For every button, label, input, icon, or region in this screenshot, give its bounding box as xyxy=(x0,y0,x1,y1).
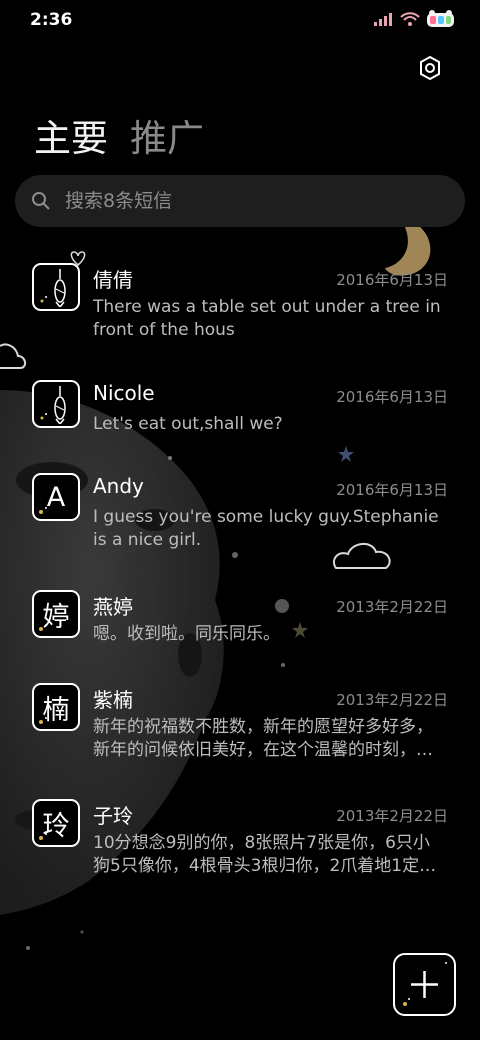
search-bar[interactable] xyxy=(15,175,465,227)
contact-avatar[interactable]: 玲 xyxy=(32,799,80,847)
sparkle-icon xyxy=(39,507,47,514)
message-item[interactable]: 楠 紫楠 2013年2月22日 新年的祝福数不胜数，新年的愿望好多好多，新年的问… xyxy=(0,668,480,784)
message-item[interactable]: A Andy 2016年6月13日 I guess you're some lu… xyxy=(0,458,480,574)
message-preview: 10分想念9别的你，8张照片7张是你，6只小狗5只像你，4根骨头3根归你，2爪着… xyxy=(93,833,437,876)
search-icon xyxy=(32,192,50,210)
signal-icon xyxy=(374,13,392,26)
dot-decoration xyxy=(80,930,84,934)
contact-avatar[interactable]: 楠 xyxy=(32,683,80,731)
message-preview: Let's eat out,shall we? xyxy=(93,414,283,434)
message-item[interactable]: Nicole 2016年6月13日 Let's eat out,shall we… xyxy=(0,365,480,458)
message-item[interactable]: 婷 燕婷 2013年2月22日 嗯。收到啦。同乐同乐。 xyxy=(0,575,480,668)
status-icons xyxy=(374,10,456,28)
message-date: 2013年2月22日 xyxy=(336,807,448,825)
contact-name: 子玲 xyxy=(93,804,133,828)
contact-avatar[interactable] xyxy=(32,263,80,311)
message-preview: 新年的祝福数不胜数，新年的愿望好多好多，新年的问候依旧美好，在这个温馨的时刻，… xyxy=(93,717,433,760)
message-preview: 嗯。收到啦。同乐同乐。 xyxy=(93,624,280,644)
settings-button[interactable] xyxy=(416,54,444,82)
contact-avatar[interactable]: 婷 xyxy=(32,590,80,638)
tab-promotions[interactable]: 推广 xyxy=(130,108,204,162)
contact-name: 紫楠 xyxy=(93,688,133,712)
contact-name: Andy xyxy=(93,474,144,498)
message-date: 2016年6月13日 xyxy=(336,271,448,289)
contact-avatar[interactable]: A xyxy=(32,473,80,521)
message-date: 2013年2月22日 xyxy=(336,691,448,709)
tab-bar: 主要 推广 xyxy=(34,108,204,162)
fish-lantern-icon xyxy=(40,269,66,307)
message-date: 2016年6月13日 xyxy=(336,388,448,406)
message-item[interactable]: 倩倩 2016年6月13日 There was a table set out … xyxy=(0,248,480,364)
tab-primary[interactable]: 主要 xyxy=(34,108,108,162)
sparkle-icon xyxy=(39,624,47,631)
message-preview: I guess you're some lucky guy.Stephanie … xyxy=(93,507,439,550)
wifi-icon xyxy=(400,11,420,26)
contact-name: 燕婷 xyxy=(93,595,133,619)
compose-button[interactable] xyxy=(393,953,456,1016)
contact-avatar[interactable] xyxy=(32,380,80,428)
plus-icon xyxy=(403,962,447,1006)
message-item[interactable]: 玲 子玲 2013年2月22日 10分想念9别的你，8张照片7张是你，6只小狗5… xyxy=(0,784,480,900)
fish-lantern-icon xyxy=(40,386,66,424)
sparkle-icon xyxy=(39,717,47,724)
sparkle-icon xyxy=(39,833,47,840)
message-preview: There was a table set out under a tree i… xyxy=(93,297,441,340)
search-input[interactable] xyxy=(65,190,425,212)
contact-name: Nicole xyxy=(93,381,155,405)
status-time: 2:36 xyxy=(30,10,73,30)
message-date: 2013年2月22日 xyxy=(336,598,448,616)
gear-hexagon-icon xyxy=(420,55,440,81)
message-date: 2016年6月13日 xyxy=(336,481,448,499)
battery-icon xyxy=(427,10,454,27)
contact-name: 倩倩 xyxy=(93,268,133,292)
status-bar: 2:36 xyxy=(0,0,480,40)
avatar-initial: A xyxy=(46,481,66,513)
dot-decoration xyxy=(26,946,30,950)
